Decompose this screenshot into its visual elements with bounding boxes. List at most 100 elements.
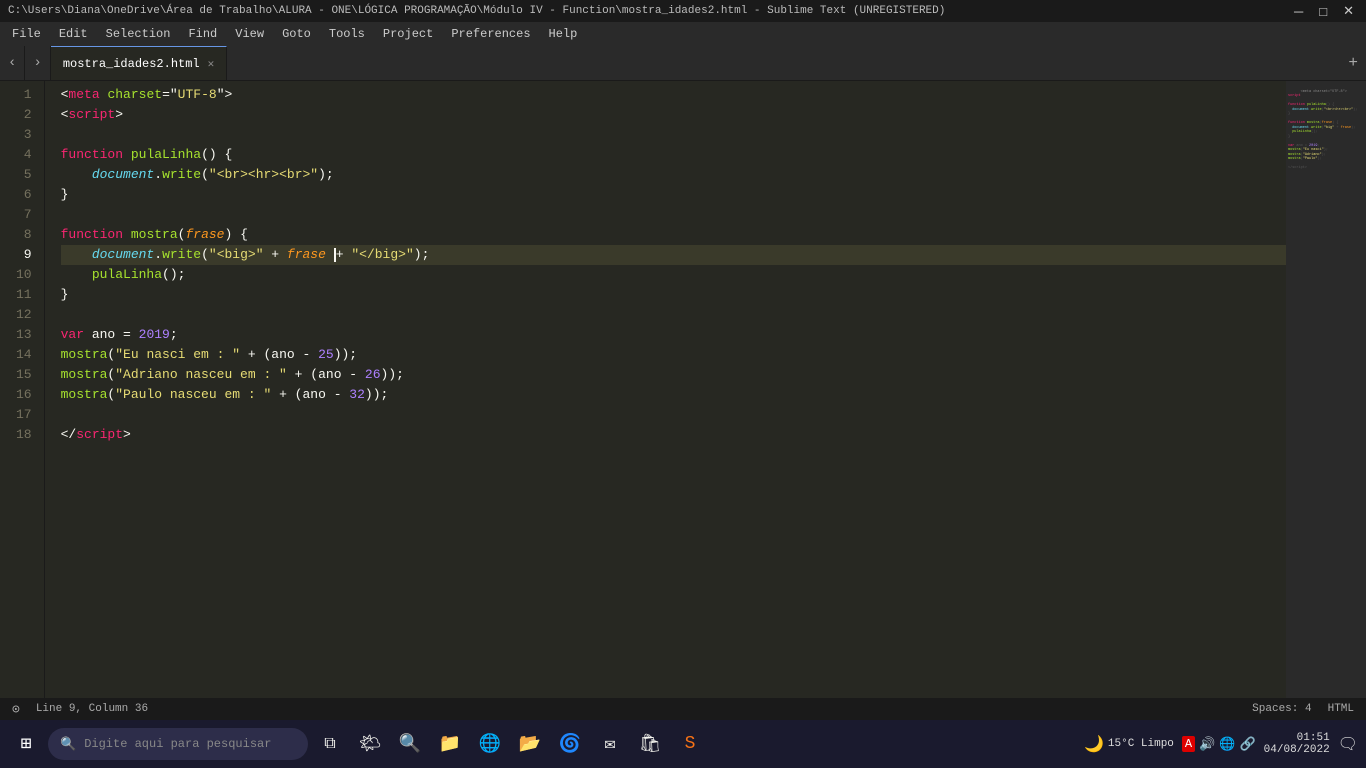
code-line-2: <script> [61,105,1286,125]
line-num-7: 7 [16,205,32,225]
code-line-7 [61,205,1286,225]
menu-find[interactable]: Find [180,25,225,43]
moon-icon: 🌙 [1084,734,1104,754]
search-icon: 🔍 [60,737,76,752]
start-button[interactable]: ⊞ [8,726,44,762]
search-bar[interactable]: 🔍 Digite aqui para pesquisar [48,728,308,760]
new-tab-button[interactable]: + [1348,54,1358,72]
title-bar: C:\Users\Diana\OneDrive\Área de Trabalho… [0,0,1366,22]
explorer-icon: 📂 [519,733,541,755]
line-num-10: 10 [16,265,32,285]
clock-time: 01:51 [1264,732,1330,744]
taskbar-app-explorer[interactable]: 📂 [512,726,548,762]
code-line-18: </script> [61,425,1286,445]
menu-selection[interactable]: Selection [98,25,179,43]
encoding-indicator[interactable]: HTML [1328,703,1354,715]
taskbar-app-store[interactable]: 🛍 [632,726,668,762]
close-button[interactable]: ✕ [1339,3,1358,19]
tab-mostra-idades2[interactable]: mostra_idades2.html ✕ [51,46,227,80]
search-app-icon: 🔍 [399,733,421,755]
share-icon: 🔗 [1239,737,1255,752]
system-tray: A 🔊 🌐 🔗 [1182,736,1256,752]
taskbar-app-mail[interactable]: ✉ [592,726,628,762]
taskbar-app-sublime[interactable]: S [672,726,708,762]
tab-label: mostra_idades2.html [63,57,200,71]
code-line-5: document.write("<br><hr><br>"); [61,165,1286,185]
weather-widget: 🌙 15°C Limpo [1084,734,1174,754]
minimap: <meta charset="UTF-8"> script function p… [1286,81,1366,698]
code-line-8: function mostra(frase) { [61,225,1286,245]
line-num-1: 1 [16,85,32,105]
files-icon: 📁 [439,733,461,755]
tab-nav-left[interactable]: ‹ [0,46,25,80]
menu-preferences[interactable]: Preferences [443,25,538,43]
weather-text: 15°C Limpo [1108,738,1174,750]
taskbar-app-search[interactable]: 🔍 [392,726,428,762]
widgets-icon: 🌤 [359,733,382,755]
line-num-11: 11 [16,285,32,305]
code-line-14: mostra("Eu nasci em : " + (ano - 25)); [61,345,1286,365]
clock[interactable]: 01:51 04/08/2022 [1264,732,1330,756]
chrome-icon: 🌐 [479,733,501,755]
code-area[interactable]: <meta charset="UTF-8"> <script> function… [45,81,1286,698]
code-line-1: <meta charset="UTF-8"> [61,85,1286,105]
line-num-14: 14 [16,345,32,365]
line-num-3: 3 [16,125,32,145]
line-num-6: 6 [16,185,32,205]
code-line-12 [61,305,1286,325]
volume-icon: 🔊 [1199,737,1215,752]
line-num-9: 9 [16,245,32,265]
cursor-position: Line 9, Column 36 [36,703,148,715]
alura-tray-icon: A [1182,736,1195,752]
taskbar-app-chrome[interactable]: 🌐 [472,726,508,762]
line-num-5: 5 [16,165,32,185]
status-icon: ⊙ [12,702,20,717]
start-icon: ⊞ [21,733,32,755]
menu-project[interactable]: Project [375,25,441,43]
menu-file[interactable]: File [4,25,49,43]
code-line-10: pulaLinha(); [61,265,1286,285]
taskbar-app-files[interactable]: 📁 [432,726,468,762]
tab-nav-right[interactable]: › [25,46,50,80]
minimize-button[interactable]: ─ [1290,3,1307,19]
status-bar: ⊙ Line 9, Column 36 Spaces: 4 HTML [0,698,1366,720]
code-line-15: mostra("Adriano nasceu em : " + (ano - 2… [61,365,1286,385]
menu-edit[interactable]: Edit [51,25,96,43]
line-num-16: 16 [16,385,32,405]
maximize-button[interactable]: □ [1315,3,1331,19]
code-line-6: } [61,185,1286,205]
title-text: C:\Users\Diana\OneDrive\Área de Trabalho… [8,5,945,17]
line-num-2: 2 [16,105,32,125]
menu-help[interactable]: Help [541,25,586,43]
line-num-13: 13 [16,325,32,345]
line-num-17: 17 [16,405,32,425]
spaces-indicator[interactable]: Spaces: 4 [1252,703,1311,715]
line-num-8: 8 [16,225,32,245]
edge-icon: 🌀 [559,733,581,755]
taskbar: ⊞ 🔍 Digite aqui para pesquisar ⧉ 🌤 🔍 📁 🌐… [0,720,1366,768]
notification-center[interactable]: 🗨 [1338,734,1358,754]
line-numbers: 1 2 3 4 5 6 7 8 9 10 11 12 13 14 15 16 1… [0,81,45,698]
code-line-13: var ano = 2019; [61,325,1286,345]
taskview-button[interactable]: ⧉ [312,726,348,762]
sublime-icon: S [685,734,696,754]
line-num-4: 4 [16,145,32,165]
menu-tools[interactable]: Tools [321,25,373,43]
widgets-button[interactable]: 🌤 [352,726,388,762]
tab-close-button[interactable]: ✕ [208,57,215,71]
taskbar-app-edge[interactable]: 🌀 [552,726,588,762]
menu-view[interactable]: View [227,25,272,43]
search-placeholder: Digite aqui para pesquisar [84,737,271,751]
line-num-18: 18 [16,425,32,445]
code-line-17 [61,405,1286,425]
line-num-12: 12 [16,305,32,325]
menu-goto[interactable]: Goto [274,25,319,43]
line-num-15: 15 [16,365,32,385]
network-icon: 🌐 [1219,737,1235,752]
code-line-16: mostra("Paulo nasceu em : " + (ano - 32)… [61,385,1286,405]
taskbar-right: 🌙 15°C Limpo A 🔊 🌐 🔗 01:51 04/08/2022 🗨 [1084,732,1358,756]
code-line-3 [61,125,1286,145]
status-right: Spaces: 4 HTML [1252,703,1354,715]
minimap-content: <meta charset="UTF-8"> script function p… [1286,81,1366,179]
code-line-11: } [61,285,1286,305]
